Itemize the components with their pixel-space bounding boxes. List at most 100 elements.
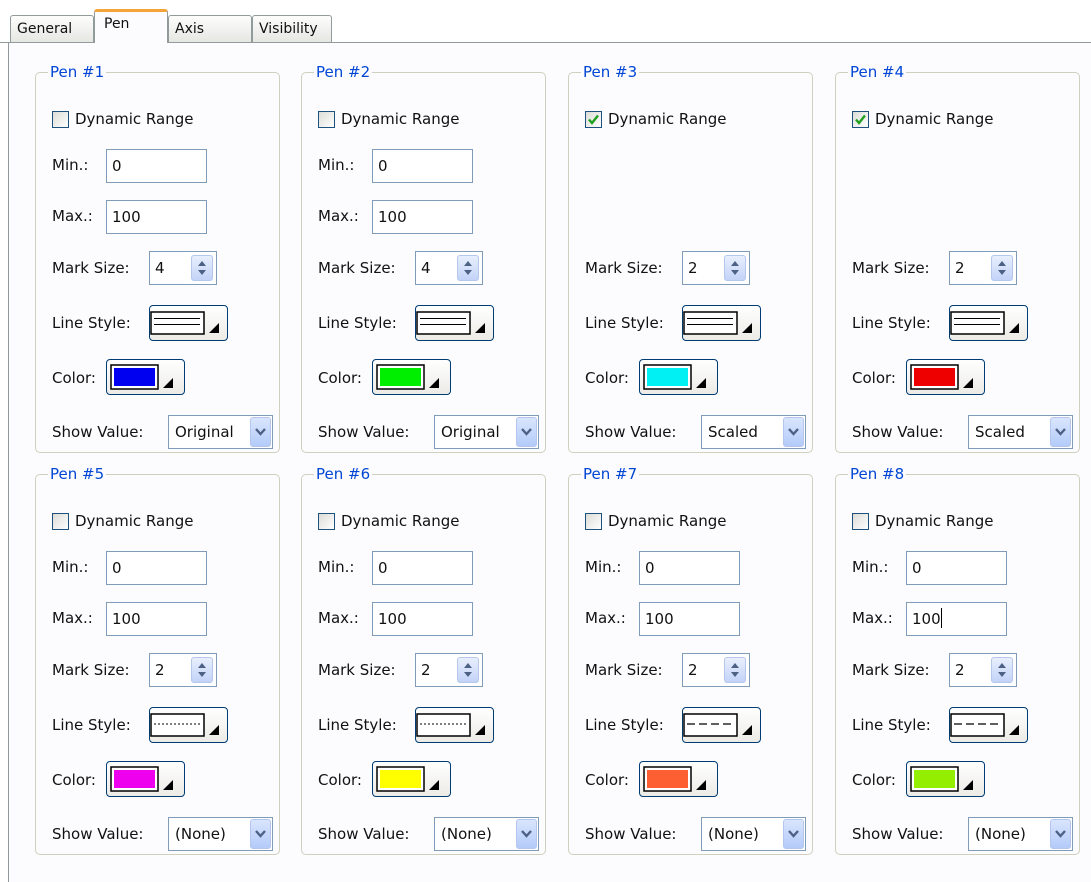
chevron-down-icon[interactable] (783, 819, 804, 849)
color-picker-6[interactable] (372, 761, 451, 797)
mark-size-spinner-6[interactable]: 2 (415, 653, 483, 687)
mark-size-spinner-2[interactable]: 4 (415, 251, 483, 285)
max-input-7[interactable]: 100 (639, 602, 740, 636)
dynamic-range-checkbox-4[interactable]: Dynamic Range (852, 109, 993, 129)
chevron-down-icon[interactable] (516, 819, 537, 849)
show-value-select-4[interactable]: Scaled (968, 415, 1073, 449)
show-value-selected: (None) (175, 825, 226, 843)
dynamic-range-checkbox-7[interactable]: Dynamic Range (585, 511, 726, 531)
dynamic-range-checkbox-2[interactable]: Dynamic Range (318, 109, 459, 129)
chevron-down-glyph (521, 428, 532, 436)
color-picker-8[interactable] (906, 761, 985, 797)
checkbox-box[interactable] (318, 512, 335, 530)
min-input-6[interactable]: 0 (372, 551, 473, 585)
line-style-picker-3[interactable] (682, 305, 761, 341)
max-label: Max.: (852, 609, 893, 627)
mark-size-spinner-5[interactable]: 2 (149, 653, 217, 687)
checkbox-box[interactable] (852, 512, 869, 530)
color-swatch-icon (110, 364, 173, 390)
mark-size-value: 2 (421, 661, 431, 679)
chevron-down-icon[interactable] (516, 417, 537, 447)
min-input-7[interactable]: 0 (639, 551, 740, 585)
checkbox-box[interactable] (52, 512, 69, 530)
line-style-picker-5[interactable] (149, 707, 228, 743)
line-style-picker-2[interactable] (415, 305, 494, 341)
color-picker-3[interactable] (639, 359, 718, 395)
line-style-swatch-icon (416, 713, 485, 737)
max-input-5[interactable]: 100 (106, 602, 207, 636)
spin-arrows-icon[interactable] (991, 255, 1013, 281)
color-picker-5[interactable] (106, 761, 185, 797)
line-style-picker-4[interactable] (949, 305, 1028, 341)
checkbox-box[interactable] (52, 110, 69, 128)
dynamic-range-checkbox-1[interactable]: Dynamic Range (52, 109, 193, 129)
spin-arrows-icon[interactable] (724, 657, 746, 683)
pen-tab-panel: Pen #1 Dynamic Range Min.: 0 Max.: 100 Mark Si… (8, 42, 1091, 882)
line-style-picker-6[interactable] (415, 707, 494, 743)
chevron-down-icon[interactable] (783, 417, 804, 447)
mark-size-spinner-8[interactable]: 2 (949, 653, 1017, 687)
dynamic-range-label: Dynamic Range (875, 512, 994, 530)
min-input-1[interactable]: 0 (106, 149, 207, 183)
dynamic-range-checkbox-5[interactable]: Dynamic Range (52, 511, 193, 531)
mark-size-spinner-7[interactable]: 2 (682, 653, 750, 687)
spin-arrows-icon[interactable] (457, 657, 479, 683)
mark-size-spinner-4[interactable]: 2 (949, 251, 1017, 285)
max-input-1[interactable]: 100 (106, 200, 207, 234)
spin-arrows-icon[interactable] (991, 657, 1013, 683)
color-picker-7[interactable] (639, 761, 718, 797)
spin-arrows-glyph (464, 663, 472, 677)
show-value-select-1[interactable]: Original (168, 415, 273, 449)
tab-pen[interactable]: Pen (94, 9, 168, 43)
mark-size-spinner-3[interactable]: 2 (682, 251, 750, 285)
checkbox-box[interactable] (585, 110, 602, 128)
checkbox-box[interactable] (852, 110, 869, 128)
chevron-down-glyph (255, 830, 266, 838)
max-input-2[interactable]: 100 (372, 200, 473, 234)
show-value-select-8[interactable]: (None) (968, 817, 1073, 851)
max-input-8[interactable]: 100 (906, 602, 1007, 636)
min-input-8[interactable]: 0 (906, 551, 1007, 585)
max-input-6[interactable]: 100 (372, 602, 473, 636)
dynamic-range-checkbox-6[interactable]: Dynamic Range (318, 511, 459, 531)
checkbox-box[interactable] (318, 110, 335, 128)
color-swatch-icon (643, 766, 706, 792)
chevron-down-icon[interactable] (250, 417, 271, 447)
dynamic-range-label: Dynamic Range (75, 110, 194, 128)
min-input-2[interactable]: 0 (372, 149, 473, 183)
dynamic-range-checkbox-8[interactable]: Dynamic Range (852, 511, 993, 531)
tab-axis[interactable]: Axis (168, 15, 252, 42)
color-picker-4[interactable] (906, 359, 985, 395)
spin-arrows-icon[interactable] (457, 255, 479, 281)
max-label: Max.: (585, 609, 626, 627)
spin-arrows-glyph (731, 663, 739, 677)
show-value-select-3[interactable]: Scaled (701, 415, 806, 449)
mark-size-spinner-1[interactable]: 4 (149, 251, 217, 285)
show-value-select-7[interactable]: (None) (701, 817, 806, 851)
chevron-down-icon[interactable] (250, 819, 271, 849)
spin-arrows-icon[interactable] (191, 657, 213, 683)
line-style-picker-1[interactable] (149, 305, 228, 341)
mark-size-value: 2 (688, 661, 698, 679)
show-value-select-6[interactable]: (None) (434, 817, 539, 851)
line-style-picker-8[interactable] (949, 707, 1028, 743)
color-label: Color: (585, 771, 629, 789)
chevron-down-icon[interactable] (1050, 819, 1071, 849)
pen-group-6: Pen #6 Dynamic Range Min.: 0 Max.: 100 Mark Si… (301, 464, 546, 855)
spin-arrows-icon[interactable] (724, 255, 746, 281)
dynamic-range-checkbox-3[interactable]: Dynamic Range (585, 109, 726, 129)
show-value-select-5[interactable]: (None) (168, 817, 273, 851)
color-picker-1[interactable] (106, 359, 185, 395)
spin-arrows-icon[interactable] (191, 255, 213, 281)
max-value: 100 (378, 610, 407, 628)
chevron-down-icon[interactable] (1050, 417, 1071, 447)
show-value-selected: Original (441, 423, 500, 441)
min-input-5[interactable]: 0 (106, 551, 207, 585)
show-value-select-2[interactable]: Original (434, 415, 539, 449)
checkbox-box[interactable] (585, 512, 602, 530)
tab-visibility[interactable]: Visibility (252, 15, 332, 42)
tab-general[interactable]: General (10, 15, 94, 42)
line-style-picker-7[interactable] (682, 707, 761, 743)
color-picker-2[interactable] (372, 359, 451, 395)
line-style-label: Line Style: (852, 314, 931, 332)
